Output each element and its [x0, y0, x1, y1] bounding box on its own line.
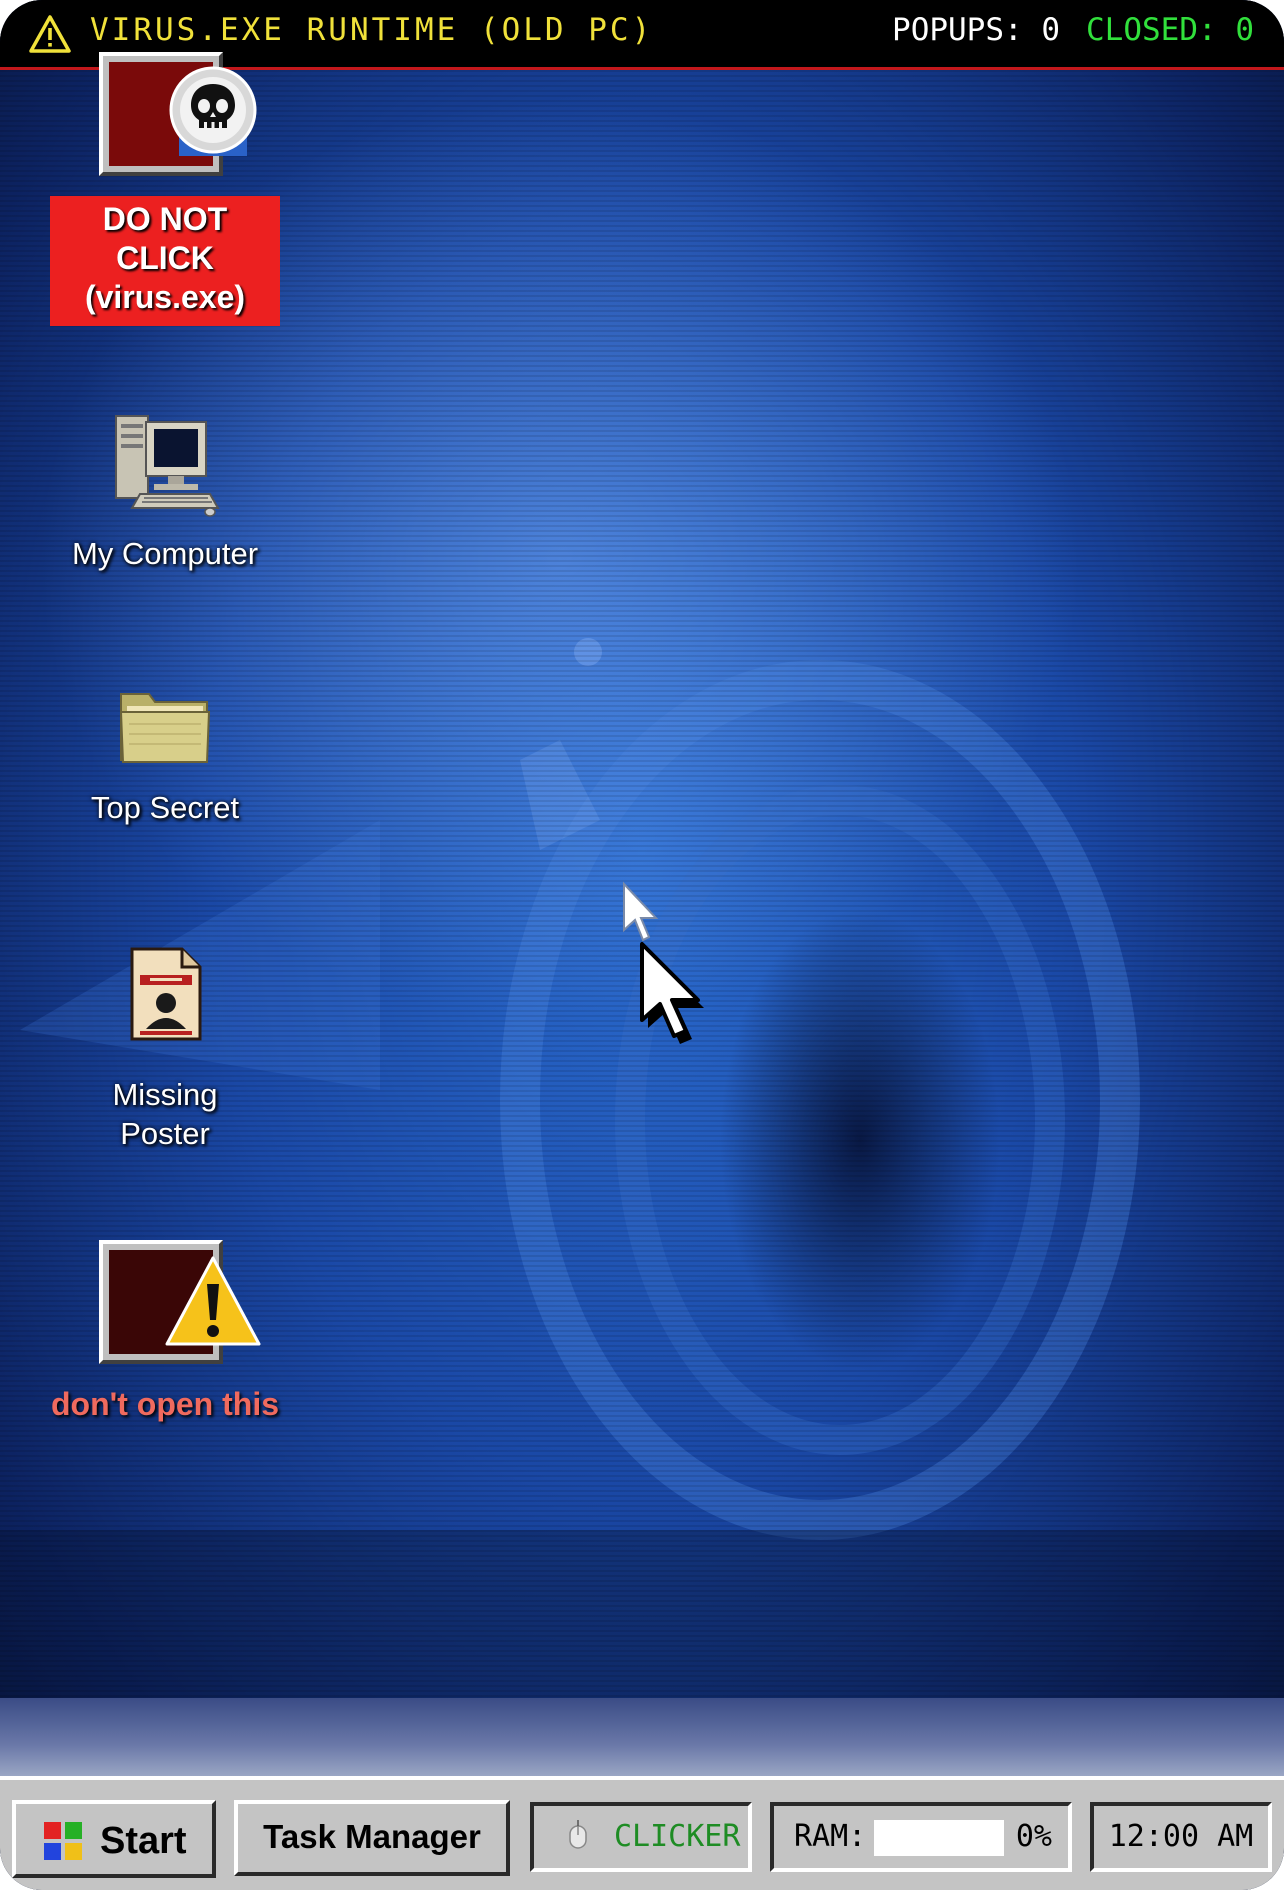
start-button[interactable]: Start — [12, 1800, 216, 1878]
dont-open-this-label: don't open this — [50, 1386, 279, 1422]
desktop-icon-virus-exe[interactable]: DO NOT CLICK (virus.exe) — [50, 52, 280, 332]
missing-poster-label: Missing Poster — [112, 1077, 218, 1151]
warning-icon — [165, 1256, 261, 1346]
folder-icon — [119, 693, 211, 763]
taskbar-shadow-band — [0, 1698, 1284, 1776]
taskbar: Start Task Manager CLICKER RAM: 0% 12:00… — [0, 1776, 1284, 1890]
warning-icon-frame — [99, 1240, 261, 1364]
clicker-tray-item[interactable]: CLICKER — [530, 1802, 752, 1872]
skull-icon — [169, 66, 257, 156]
start-label: Start — [100, 1820, 187, 1862]
mouse-cursor-icon — [640, 942, 704, 1044]
runtime-title: VIRUS.EXE RUNTIME (OLD PC) — [90, 12, 654, 48]
desktop-icon-top-secret[interactable]: Top Secret — [50, 680, 280, 827]
ram-progress-track — [874, 1820, 1004, 1856]
desktop-icon-missing-poster[interactable]: Missing Poster — [50, 945, 280, 1153]
popup-counters: POPUPS: 0 CLOSED: 0 — [892, 10, 1254, 50]
warning-triangle-icon — [29, 15, 71, 53]
virus-icon-label: DO NOT CLICK (virus.exe) — [50, 196, 280, 326]
popups-counter: POPUPS: 0 — [892, 12, 1061, 48]
poster-icon — [130, 947, 202, 1041]
clicker-label: CLICKER — [614, 1819, 741, 1854]
task-manager-button[interactable]: Task Manager — [234, 1800, 510, 1876]
computer-icon — [115, 415, 220, 517]
mouse-icon — [569, 1820, 587, 1849]
my-computer-label: My Computer — [71, 536, 259, 571]
closed-counter: CLOSED: 0 — [1086, 12, 1254, 48]
ram-percent: 0% — [1015, 1819, 1052, 1854]
ram-label: RAM: — [794, 1819, 867, 1854]
virus-icon-frame — [99, 52, 257, 176]
system-clock: 12:00 AM — [1090, 1802, 1272, 1872]
ram-meter: RAM: 0% — [770, 1802, 1072, 1872]
windows-logo-icon — [44, 1822, 82, 1860]
desktop-icon-my-computer[interactable]: My Computer — [50, 410, 280, 573]
top-secret-label: Top Secret — [90, 790, 240, 825]
screen: VIRUS.EXE RUNTIME (OLD PC) POPUPS: 0 CLOS… — [0, 0, 1284, 1890]
